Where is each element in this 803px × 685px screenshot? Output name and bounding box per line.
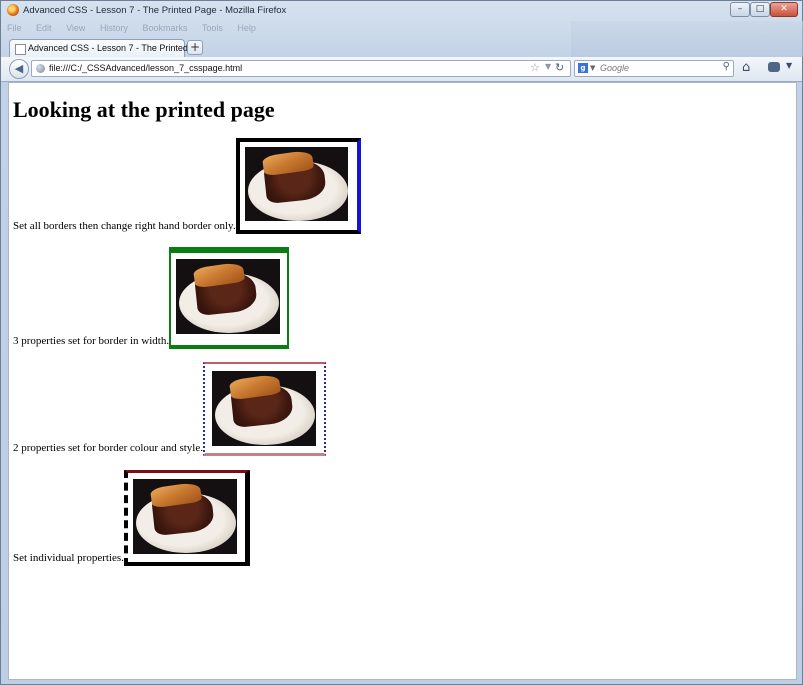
example-caption: 3 properties set for border in width.: [13, 335, 170, 347]
pie-photo: [132, 479, 237, 554]
menu-tools[interactable]: Tools: [202, 23, 223, 33]
bordered-image-frame: [169, 247, 290, 349]
bookmark-star-icon[interactable]: ☆: [530, 61, 540, 74]
bordered-image-frame: [123, 470, 250, 566]
bordered-image-frame: [203, 362, 326, 456]
url-text[interactable]: file:///C:/_CSSAdvanced/lesson_7_csspage…: [49, 63, 242, 73]
close-button[interactable]: ✕: [770, 2, 798, 17]
pie-photo: [176, 259, 281, 334]
menu-view[interactable]: View: [66, 23, 85, 33]
page-heading: Looking at the printed page: [13, 97, 275, 122]
example-caption: Set all borders then change right hand b…: [13, 220, 236, 232]
navigation-toolbar: ◀ file:///C:/_CSSAdvanced/lesson_7_csspa…: [1, 57, 802, 82]
firefox-logo-icon: [7, 4, 19, 16]
title-bar: Advanced CSS - Lesson 7 - The Printed Pa…: [1, 1, 802, 21]
tab-label: Advanced CSS - Lesson 7 - The Printed P.…: [28, 43, 203, 53]
menu-help[interactable]: Help: [237, 23, 256, 33]
maximize-button[interactable]: □: [750, 2, 770, 17]
reload-icon[interactable]: ↻: [555, 61, 564, 74]
example-row: Set all borders then change right hand b…: [13, 138, 361, 234]
addon-icon[interactable]: [768, 62, 780, 72]
menu-file[interactable]: File: [7, 23, 22, 33]
menu-bar: File Edit View History Bookmarks Tools H…: [7, 23, 268, 37]
page-favicon-icon: [15, 44, 26, 55]
search-magnifier-icon[interactable]: ⚲: [723, 61, 730, 72]
tab-advanced-css[interactable]: Advanced CSS - Lesson 7 - The Printed P.…: [9, 39, 203, 57]
pie-photo: [244, 147, 348, 221]
browser-window: Advanced CSS - Lesson 7 - The Printed Pa…: [0, 0, 803, 685]
example-caption: Set individual properties.: [13, 552, 124, 564]
site-identity-icon[interactable]: [36, 64, 45, 73]
menu-history[interactable]: History: [100, 23, 128, 33]
tab-strip: Advanced CSS - Lesson 7 - The Printed P.…: [1, 37, 802, 57]
new-tab-button[interactable]: +: [187, 40, 203, 55]
home-icon[interactable]: ⌂: [742, 60, 750, 75]
example-caption: 2 properties set for border colour and s…: [13, 442, 203, 454]
back-arrow-icon: ◀: [14, 62, 24, 75]
example-row: Set individual properties.: [13, 470, 250, 566]
page-content: Looking at the printed page Set all bord…: [8, 82, 797, 680]
example-row: 3 properties set for border in width.: [13, 247, 290, 349]
menu-bookmarks[interactable]: Bookmarks: [142, 23, 187, 33]
google-icon[interactable]: g: [578, 63, 588, 73]
search-engine-dropdown-icon[interactable]: ▼: [590, 64, 595, 72]
minimize-button[interactable]: –: [730, 2, 750, 17]
bordered-image-frame: [235, 138, 361, 234]
url-bar[interactable]: file:///C:/_CSSAdvanced/lesson_7_csspage…: [31, 60, 571, 77]
search-placeholder[interactable]: Google: [600, 63, 629, 73]
example-row: 2 properties set for border colour and s…: [13, 362, 326, 456]
toolbar-menu-dropdown-icon[interactable]: ▼: [786, 61, 792, 70]
pie-photo: [212, 371, 316, 446]
search-box[interactable]: g ▼ Google ⚲: [574, 60, 734, 77]
menu-edit[interactable]: Edit: [36, 23, 52, 33]
url-history-dropdown-icon[interactable]: ▼: [545, 62, 551, 71]
window-title: Advanced CSS - Lesson 7 - The Printed Pa…: [23, 5, 287, 16]
back-button[interactable]: ◀: [9, 59, 29, 79]
